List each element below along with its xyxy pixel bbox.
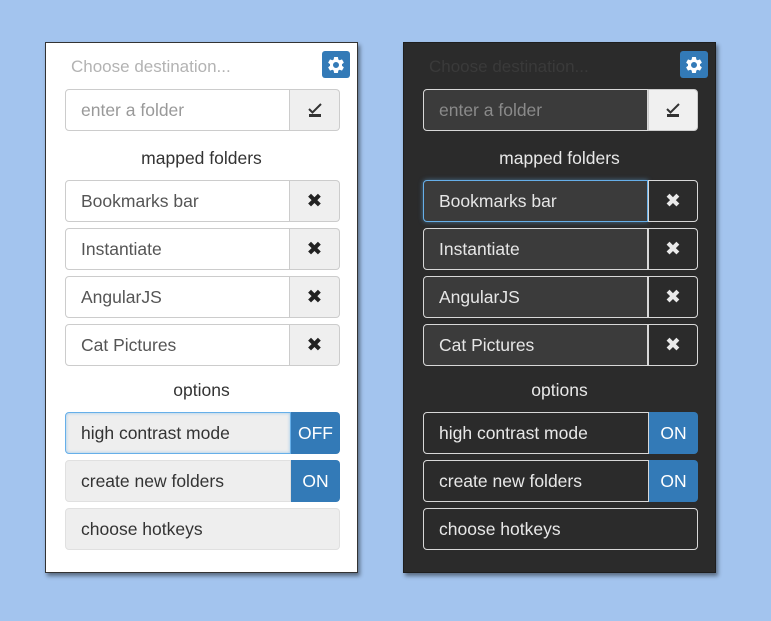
create-folders-label[interactable]: create new folders bbox=[423, 460, 649, 502]
mapped-folders-heading: mapped folders bbox=[499, 148, 620, 168]
destination-placeholder: Choose destination... bbox=[71, 57, 231, 76]
high-contrast-label[interactable]: high contrast mode bbox=[65, 412, 291, 454]
close-icon: ✖ bbox=[665, 286, 681, 308]
high-contrast-label[interactable]: high contrast mode bbox=[423, 412, 649, 454]
close-icon: ✖ bbox=[306, 334, 323, 356]
options-heading: options bbox=[173, 380, 230, 400]
folder-input-row: enter a folder bbox=[423, 89, 698, 131]
option-high-contrast: high contrast mode ON bbox=[423, 412, 698, 454]
close-icon: ✖ bbox=[665, 190, 681, 212]
folder-input-row: enter a folder bbox=[65, 89, 340, 131]
settings-button[interactable] bbox=[322, 51, 350, 78]
create-folders-label[interactable]: create new folders bbox=[65, 460, 291, 502]
mapped-folder-name[interactable]: Bookmarks bar bbox=[423, 180, 648, 222]
close-icon: ✖ bbox=[306, 238, 323, 260]
options-heading: options bbox=[531, 380, 588, 400]
mapped-folder-name[interactable]: Instantiate bbox=[423, 228, 648, 270]
checkmark-icon bbox=[666, 103, 680, 117]
confirm-folder-button[interactable] bbox=[290, 89, 340, 131]
choose-hotkeys-button[interactable]: choose hotkeys bbox=[423, 508, 698, 550]
option-create-folders: create new folders ON bbox=[65, 460, 340, 502]
remove-folder-button[interactable]: ✖ bbox=[648, 276, 698, 318]
mapped-folder-name[interactable]: Instantiate bbox=[65, 228, 290, 270]
mapped-folder-row: Bookmarks bar ✖ bbox=[423, 180, 698, 222]
choose-hotkeys-button[interactable]: choose hotkeys bbox=[65, 508, 340, 550]
settings-button[interactable] bbox=[680, 51, 708, 78]
remove-folder-button[interactable]: ✖ bbox=[648, 180, 698, 222]
mapped-folder-row: Instantiate ✖ bbox=[423, 228, 698, 270]
checkmark-icon bbox=[307, 103, 322, 117]
create-folders-toggle[interactable]: ON bbox=[291, 460, 340, 502]
mapped-folders-heading: mapped folders bbox=[141, 148, 262, 168]
mapped-folder-name[interactable]: Bookmarks bar bbox=[65, 180, 290, 222]
folder-input[interactable]: enter a folder bbox=[423, 89, 648, 131]
mapped-folder-row: AngularJS ✖ bbox=[423, 276, 698, 318]
mapped-folder-name[interactable]: AngularJS bbox=[423, 276, 648, 318]
folder-input[interactable]: enter a folder bbox=[65, 89, 290, 131]
mapped-folder-row: Cat Pictures ✖ bbox=[65, 324, 340, 366]
option-hotkeys: choose hotkeys bbox=[423, 508, 698, 550]
remove-folder-button[interactable]: ✖ bbox=[290, 228, 340, 270]
high-contrast-toggle[interactable]: OFF bbox=[291, 412, 340, 454]
remove-folder-button[interactable]: ✖ bbox=[290, 180, 340, 222]
create-folders-toggle[interactable]: ON bbox=[649, 460, 698, 502]
destination-placeholder: Choose destination... bbox=[429, 57, 589, 76]
light-theme-panel: Choose destination... enter a folder map… bbox=[45, 42, 358, 573]
mapped-folder-name[interactable]: AngularJS bbox=[65, 276, 290, 318]
mapped-folder-name[interactable]: Cat Pictures bbox=[65, 324, 290, 366]
close-icon: ✖ bbox=[306, 190, 323, 212]
remove-folder-button[interactable]: ✖ bbox=[648, 324, 698, 366]
close-icon: ✖ bbox=[665, 334, 681, 356]
mapped-folder-name[interactable]: Cat Pictures bbox=[423, 324, 648, 366]
gear-icon bbox=[686, 56, 702, 73]
mapped-folder-row: Cat Pictures ✖ bbox=[423, 324, 698, 366]
option-hotkeys: choose hotkeys bbox=[65, 508, 340, 550]
option-high-contrast: high contrast mode OFF bbox=[65, 412, 340, 454]
mapped-folder-row: Instantiate ✖ bbox=[65, 228, 340, 270]
dark-theme-panel: Choose destination... enter a folder map… bbox=[403, 42, 716, 573]
close-icon: ✖ bbox=[306, 286, 323, 308]
option-create-folders: create new folders ON bbox=[423, 460, 698, 502]
gear-icon bbox=[328, 56, 344, 73]
mapped-folder-row: AngularJS ✖ bbox=[65, 276, 340, 318]
close-icon: ✖ bbox=[665, 238, 681, 260]
remove-folder-button[interactable]: ✖ bbox=[648, 228, 698, 270]
confirm-folder-button[interactable] bbox=[648, 89, 698, 131]
remove-folder-button[interactable]: ✖ bbox=[290, 324, 340, 366]
high-contrast-toggle[interactable]: ON bbox=[649, 412, 698, 454]
mapped-folder-row: Bookmarks bar ✖ bbox=[65, 180, 340, 222]
remove-folder-button[interactable]: ✖ bbox=[290, 276, 340, 318]
